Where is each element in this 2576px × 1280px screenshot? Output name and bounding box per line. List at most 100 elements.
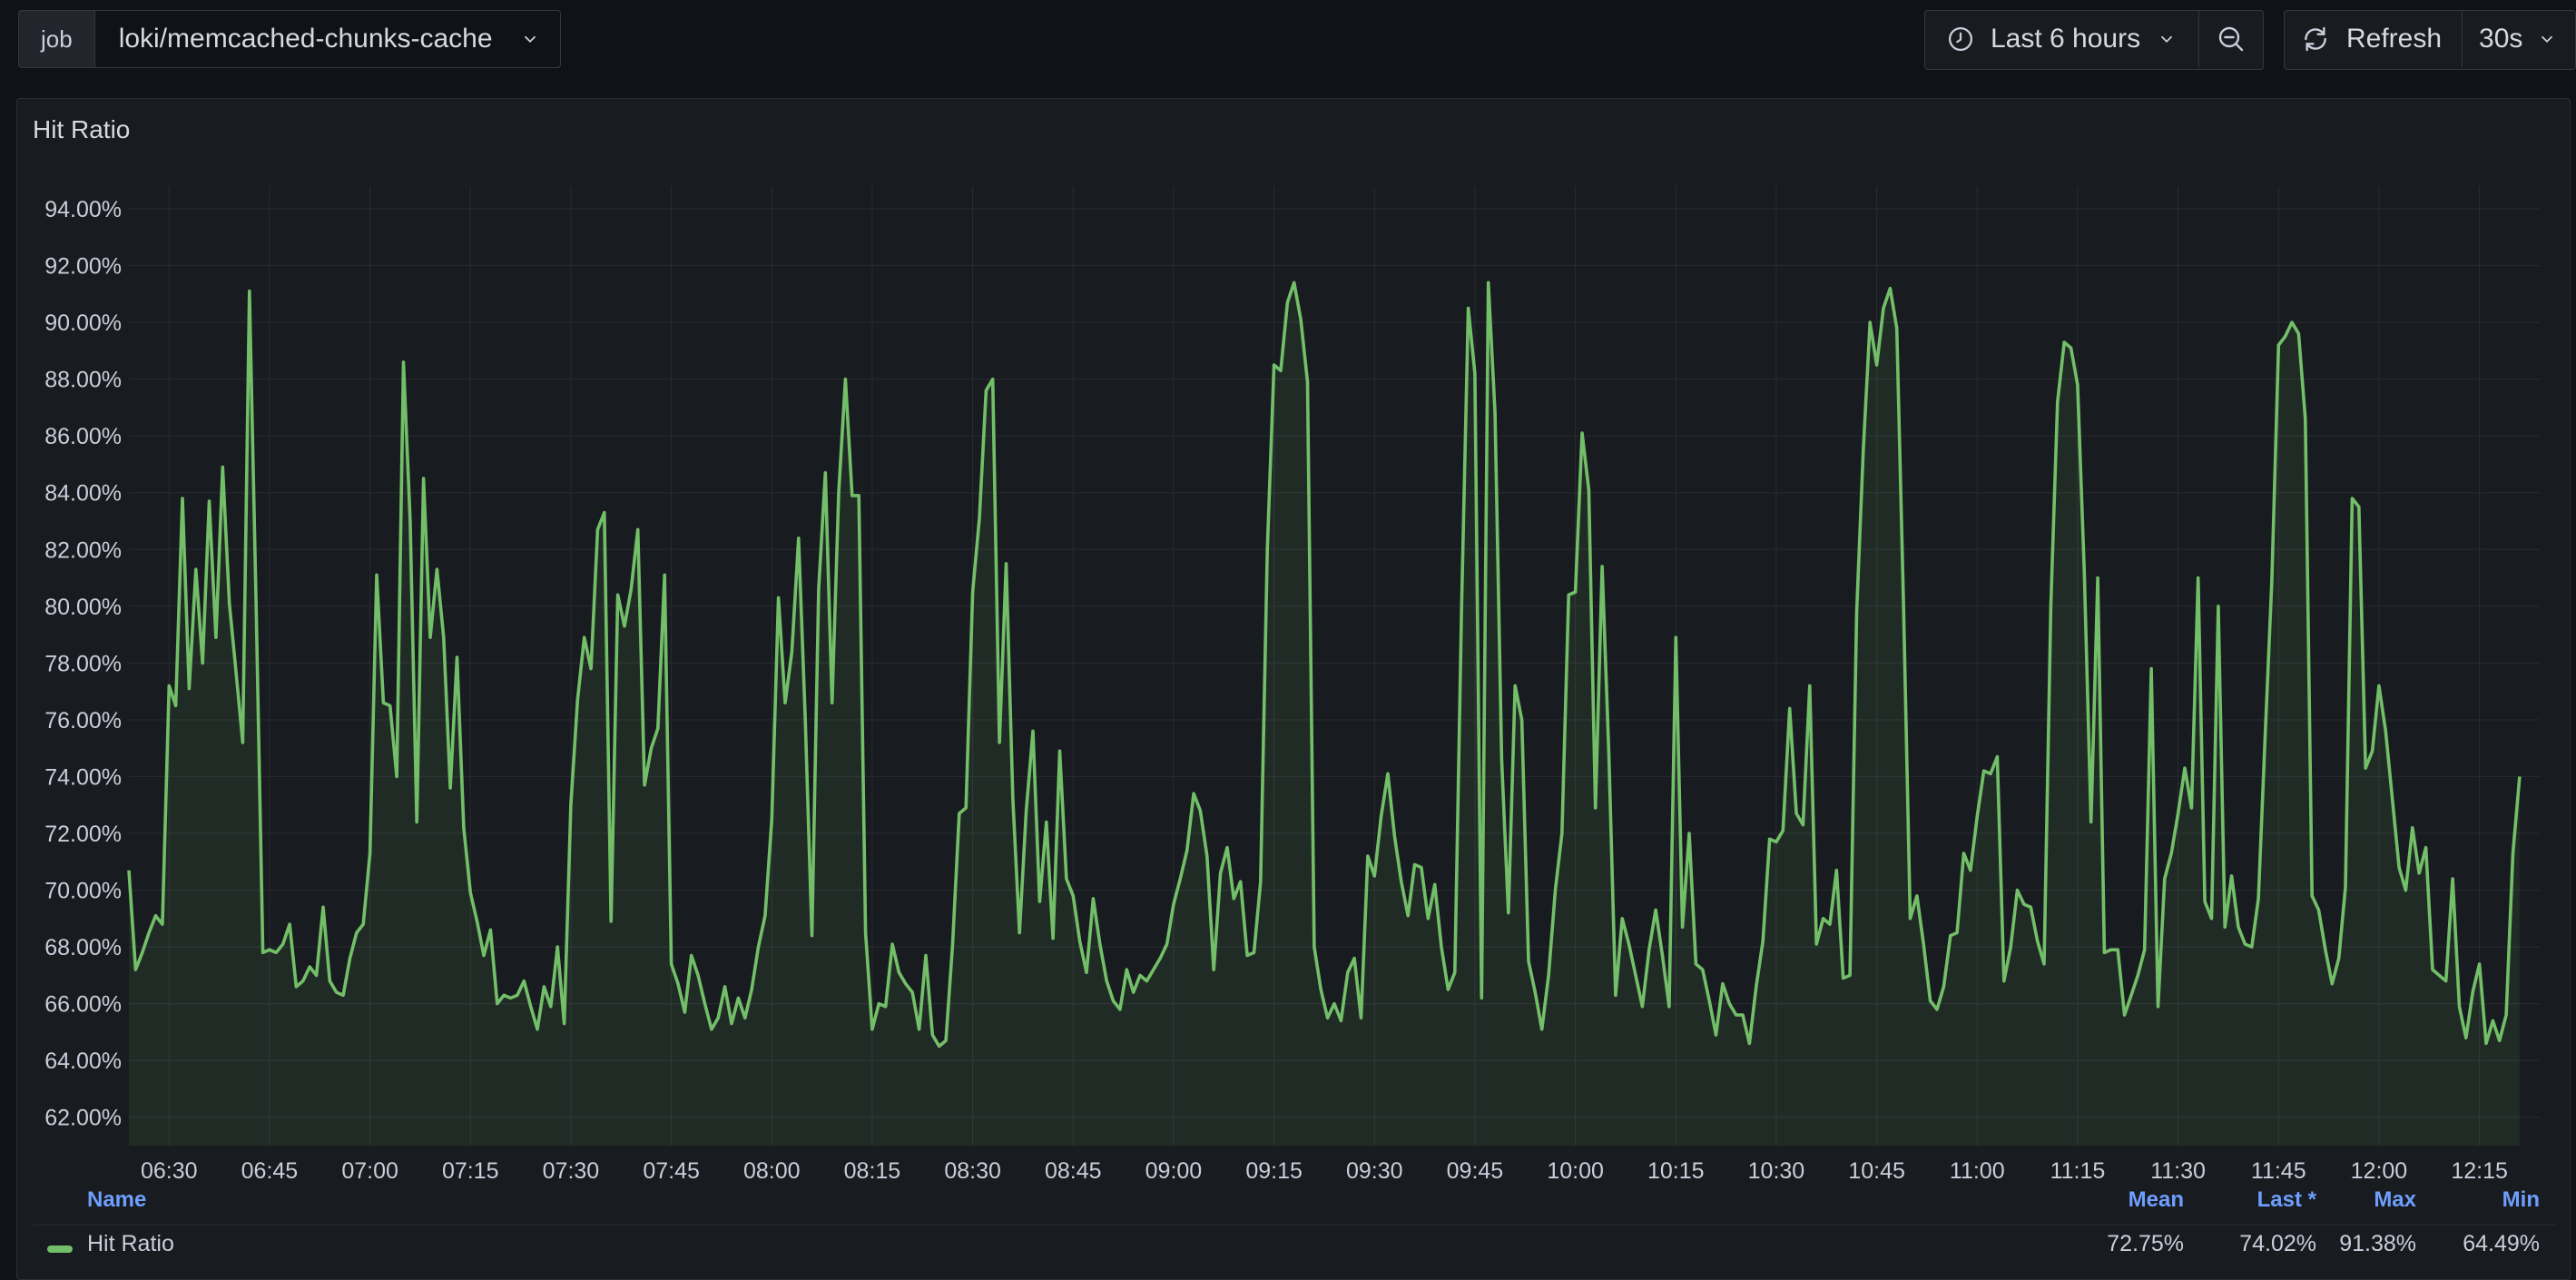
data-point: [2143, 949, 2146, 951]
data-point: [1286, 301, 1289, 304]
x-tick-label: 07:30: [543, 1158, 600, 1184]
data-point: [931, 1034, 934, 1037]
data-point: [1494, 412, 1497, 415]
data-point: [1708, 999, 1711, 1002]
data-point: [703, 1002, 706, 1005]
data-point: [301, 980, 304, 982]
data-point: [630, 588, 633, 591]
data-point: [2063, 341, 2066, 344]
data-point: [295, 985, 298, 988]
data-point: [2244, 943, 2247, 946]
data-point: [1246, 954, 1249, 957]
data-point: [1835, 869, 1838, 871]
data-point: [1903, 602, 1905, 605]
data-point: [1548, 974, 1550, 977]
data-point: [650, 747, 653, 750]
data-point: [1072, 894, 1075, 897]
data-point: [2432, 969, 2434, 971]
data-point: [1601, 566, 1604, 568]
data-point: [1005, 563, 1008, 566]
data-point: [858, 494, 860, 497]
data-point: [2089, 821, 2092, 823]
data-point: [1453, 971, 1456, 974]
legend-value-min: 64.49%: [2463, 1231, 2540, 1256]
hit-ratio-chart[interactable]: 62.00% 64.00% 66.00% 68.00% 70.00% 72.00% 74.0…: [0, 0, 2576, 1264]
data-point: [1126, 969, 1128, 971]
data-point: [1588, 488, 1590, 491]
data-point: [1474, 372, 1477, 375]
data-point: [489, 929, 492, 931]
data-point: [1722, 982, 1725, 985]
data-point: [1540, 1028, 1543, 1030]
data-point: [261, 951, 264, 954]
data-point: [723, 985, 726, 988]
data-point: [2050, 605, 2052, 607]
data-point: [911, 991, 914, 994]
data-point: [1883, 307, 1885, 310]
y-tick-label: 68.00%: [44, 935, 122, 960]
y-tick-label: 78.00%: [44, 651, 122, 676]
data-point: [570, 803, 573, 806]
data-point: [2404, 889, 2407, 891]
data-point: [1300, 319, 1303, 321]
data-point: [2197, 576, 2199, 579]
data-point: [2056, 400, 2059, 403]
data-point: [1421, 866, 1423, 869]
data-point: [2036, 940, 2039, 942]
y-tick-label: 92.00%: [44, 254, 122, 280]
data-point: [1400, 881, 1402, 883]
data-point: [1949, 934, 1952, 937]
data-point: [408, 520, 411, 523]
data-point: [1667, 1005, 1670, 1008]
data-point: [925, 954, 928, 957]
legend-header-mean[interactable]: Mean: [2129, 1187, 2184, 1213]
data-point: [2002, 980, 2005, 982]
data-point: [1808, 684, 1811, 687]
legend-series-swatch: [47, 1246, 73, 1253]
data-point: [1889, 287, 1892, 290]
data-point: [1011, 798, 1014, 801]
data-point: [2498, 1039, 2501, 1042]
y-tick-label: 66.00%: [44, 992, 122, 1018]
y-tick-label: 86.00%: [44, 424, 122, 449]
data-point: [416, 821, 418, 823]
data-point: [1962, 852, 1965, 854]
data-point: [241, 742, 244, 744]
data-point: [2485, 1042, 2488, 1045]
data-point: [1996, 755, 1999, 758]
data-point: [556, 946, 559, 949]
data-point: [1119, 1008, 1122, 1010]
data-point: [1875, 364, 1878, 367]
data-point: [2357, 506, 2360, 508]
x-tick-label: 06:45: [241, 1158, 299, 1184]
legend-header-min[interactable]: Min: [2502, 1187, 2540, 1213]
data-point: [951, 943, 954, 946]
data-point: [2284, 335, 2286, 338]
data-point: [496, 1002, 498, 1005]
x-tick-label: 12:15: [2451, 1158, 2508, 1184]
data-point: [503, 994, 506, 997]
data-point: [1346, 971, 1349, 974]
y-tick-label: 76.00%: [44, 708, 122, 734]
data-point: [717, 1017, 720, 1019]
data-point: [2250, 946, 2253, 949]
data-point: [583, 636, 585, 639]
data-point: [871, 1028, 874, 1030]
data-point: [1467, 307, 1470, 310]
data-point: [1440, 946, 1443, 949]
data-point: [850, 494, 853, 497]
data-point: [2458, 1005, 2461, 1008]
legend-header-max[interactable]: Max: [2374, 1187, 2416, 1213]
data-point: [751, 989, 753, 991]
data-point: [376, 574, 379, 576]
data-point: [2137, 974, 2139, 977]
data-point: [2264, 735, 2266, 738]
data-point: [1353, 957, 1356, 960]
series-line: [127, 281, 2522, 1049]
legend-series-name[interactable]: Hit Ratio: [87, 1231, 174, 1257]
data-point: [2117, 949, 2119, 951]
legend-header-last[interactable]: Last *: [2257, 1187, 2316, 1213]
data-point: [1500, 758, 1503, 761]
data-point: [616, 594, 619, 596]
data-point: [2337, 957, 2340, 960]
